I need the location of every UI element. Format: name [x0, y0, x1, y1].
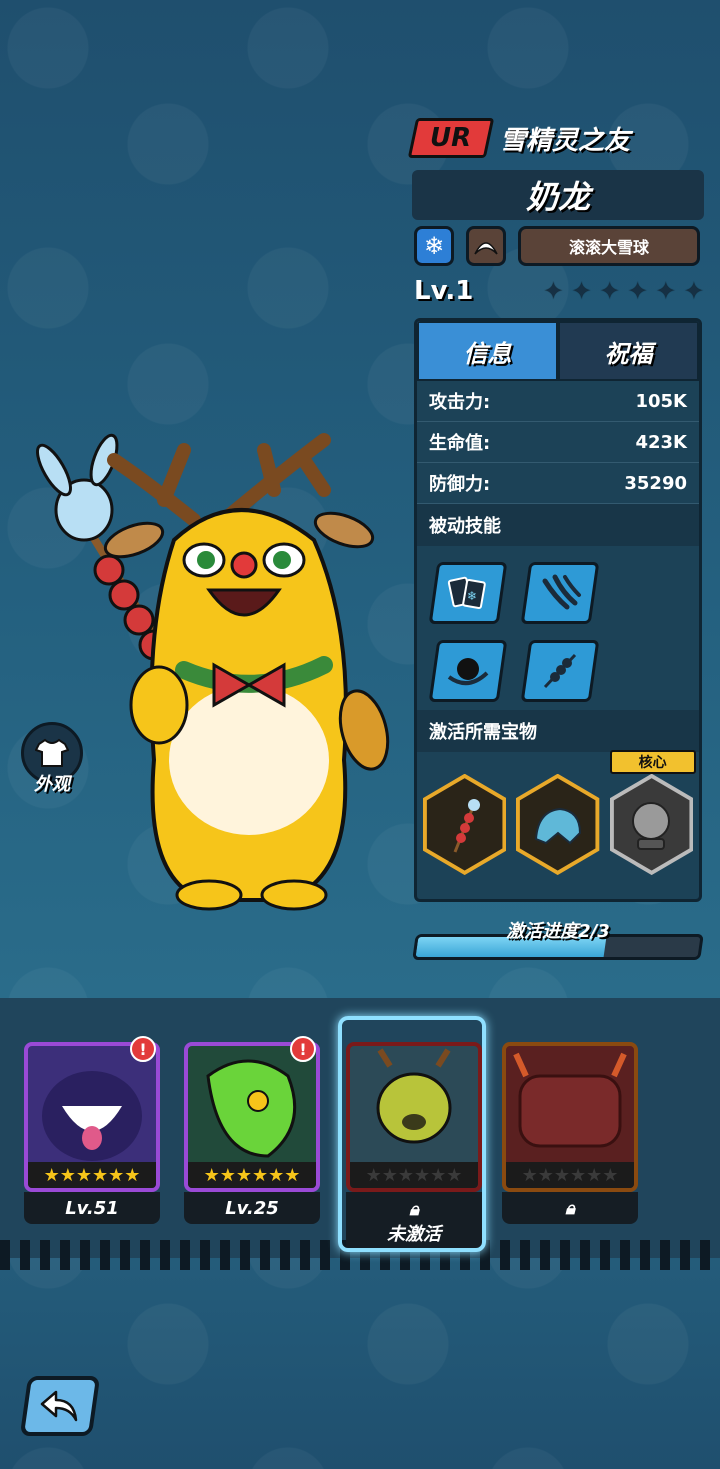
activation-progress-label: 激活进度2/3 — [506, 921, 610, 942]
roster-card[interactable]: ★★★★★★ ! Lv.25 — [184, 1036, 320, 1224]
roster-card-selected[interactable]: ★★★★★★ 🔒︎ 未激活 — [338, 1016, 486, 1252]
stat-value: 423K — [635, 431, 687, 453]
alert-badge: ! — [290, 1036, 316, 1062]
character-title: 雪精灵之友 — [500, 125, 631, 156]
stat-row-defense: 防御力: 35290 — [417, 463, 699, 504]
star-icon: ✦ — [543, 277, 564, 305]
skill-chip[interactable]: 滚滚大雪球 — [518, 226, 700, 266]
candy-skewer-icon — [453, 799, 480, 853]
stat-value: 35290 — [624, 472, 687, 494]
ice-helmet-icon — [534, 807, 581, 845]
stat-value: 105K — [635, 390, 687, 412]
level-text: Lv.1 — [414, 276, 474, 306]
crystal-ball-icon — [632, 802, 671, 850]
cards-icon[interactable]: ❄ — [428, 562, 508, 624]
stat-label: 防御力: — [429, 474, 491, 495]
rarity-row: UR 雪精灵之友 — [407, 118, 631, 158]
boomerang-icon[interactable] — [466, 226, 506, 266]
card-portrait: ★★★★★★ — [502, 1042, 638, 1192]
card-label: Lv.51 — [24, 1192, 160, 1224]
stat-label: 攻击力: — [429, 392, 491, 413]
snowflake-icon[interactable]: ❄ — [414, 226, 454, 266]
card-label: Lv.25 — [184, 1192, 320, 1224]
treasure-slot[interactable] — [516, 774, 600, 878]
card-portrait: ★★★★★★ — [346, 1042, 482, 1192]
stat-label: 生命值: — [429, 433, 491, 454]
treasure-slot-core[interactable]: 核心 — [609, 750, 696, 878]
treasure-slot[interactable] — [423, 774, 507, 878]
panel-tabs: 信息 祝福 — [417, 321, 699, 381]
passive-skills-heading: 被动技能 — [417, 504, 699, 546]
card-portrait: ★★★★★★ — [184, 1042, 320, 1192]
core-tag: 核心 — [609, 750, 696, 774]
treasure-list: 核心 — [417, 750, 699, 878]
card-portrait: ★★★★★★ — [24, 1042, 160, 1192]
card-stars: ★★★★★★ — [506, 1162, 634, 1188]
stat-row-attack: 攻击力: 105K — [417, 381, 699, 422]
star-rating: ✦ ✦ ✦ ✦ ✦ ✦ — [543, 277, 704, 305]
tab-info[interactable]: 信息 — [417, 321, 558, 381]
claw-icon[interactable] — [520, 562, 600, 624]
star-icon: ✦ — [599, 277, 620, 305]
black-hole-icon[interactable] — [428, 640, 508, 702]
skewer-icon[interactable] — [520, 640, 600, 702]
tag-row: ❄ 滚滚大雪球 — [414, 226, 700, 266]
treasures-heading: 激活所需宝物 — [417, 710, 699, 752]
svg-text:❄: ❄ — [467, 589, 477, 603]
card-label-locked: 🔒︎ — [502, 1192, 638, 1224]
passive-skill-list: ❄ — [417, 546, 699, 710]
hero-character-art — [36, 433, 390, 911]
star-icon: ✦ — [627, 277, 648, 305]
info-panel: 信息 祝福 攻击力: 105K 生命值: 423K 防御力: 35290 被动技… — [414, 318, 702, 902]
card-stars: ★★★★★★ — [350, 1162, 478, 1188]
card-stars: ★★★★★★ — [28, 1162, 156, 1188]
roster-card[interactable]: ★★★★★★ 🔒︎ — [502, 1042, 638, 1224]
character-name-plate: 奶龙 — [412, 170, 704, 220]
tab-blessing[interactable]: 祝福 — [558, 321, 699, 381]
alert-badge: ! — [130, 1036, 156, 1062]
stat-row-hp: 生命值: 423K — [417, 422, 699, 463]
star-icon: ✦ — [683, 277, 704, 305]
character-name: 奶龙 — [525, 178, 590, 216]
roster-card[interactable]: ★★★★★★ ! Lv.51 — [24, 1036, 160, 1224]
lock-icon: 🔒︎ — [565, 1197, 575, 1219]
back-arrow-icon — [40, 1390, 78, 1422]
rarity-badge: UR — [407, 118, 495, 158]
card-stars: ★★★★★★ — [188, 1162, 316, 1188]
back-button[interactable] — [19, 1376, 101, 1436]
star-icon: ✦ — [655, 277, 676, 305]
star-icon: ✦ — [571, 277, 592, 305]
level-row: Lv.1 ✦ ✦ ✦ ✦ ✦ ✦ — [414, 276, 704, 306]
